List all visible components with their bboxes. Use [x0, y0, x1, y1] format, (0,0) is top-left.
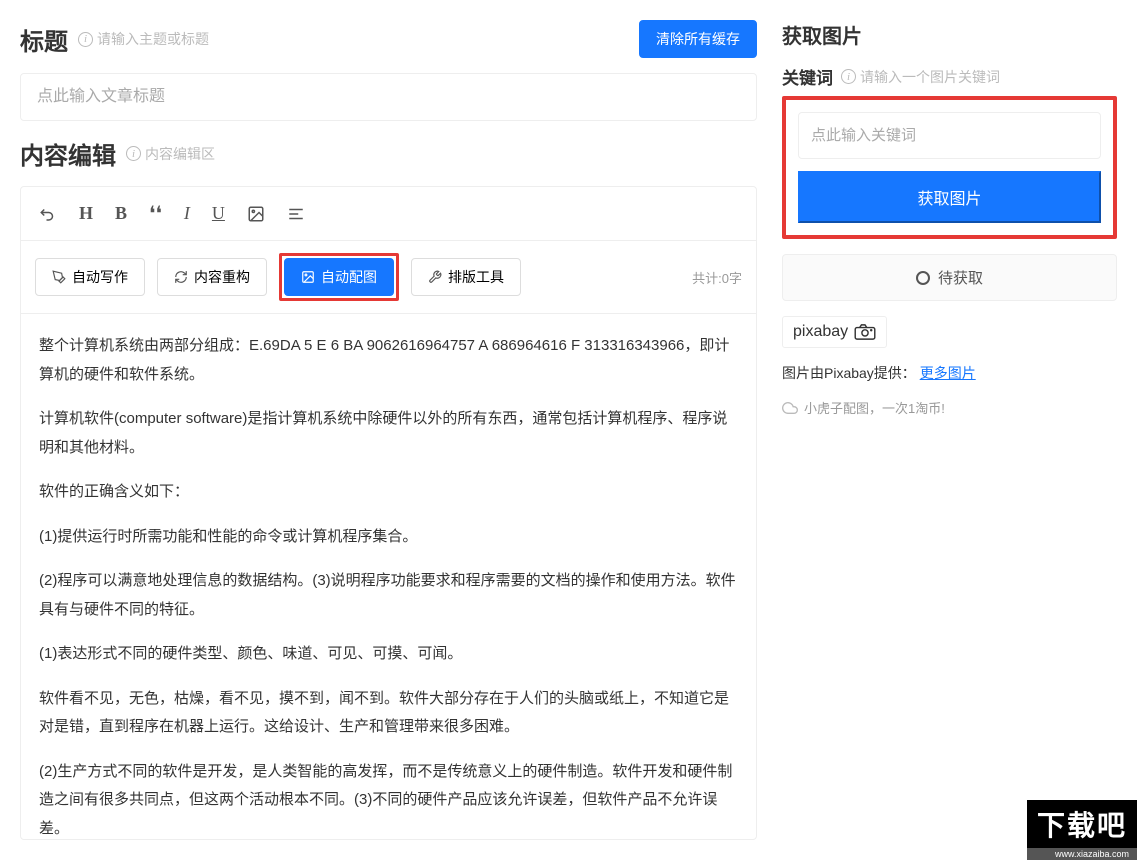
auto-write-label: 自动写作	[72, 267, 128, 287]
content-rebuild-button[interactable]: 内容重构	[157, 258, 267, 296]
auto-image-label: 自动配图	[321, 267, 377, 287]
heading-icon[interactable]: H	[79, 203, 93, 224]
content-paragraph: (2)程序可以满意地处理信息的数据结构。(3)说明程序功能要求和程序需要的文档的…	[39, 567, 738, 624]
editor-box: H B ❛❛ I U 自动写作 内容重构	[20, 186, 757, 840]
word-count: 共计:0字	[692, 268, 742, 287]
title-hint-text: 请输入主题或标题	[97, 29, 209, 49]
fetch-image-button[interactable]: 获取图片	[798, 171, 1101, 223]
more-images-link[interactable]: 更多图片	[920, 365, 976, 381]
content-paragraph: 软件看不见，无色，枯燥，看不见，摸不到，闻不到。软件大部分存在于人们的头脑或纸上…	[39, 685, 738, 742]
watermark-main: 下载吧	[1027, 800, 1137, 848]
content-paragraph: 软件的正确含义如下：	[39, 478, 738, 507]
fetch-image-title: 获取图片	[782, 20, 1117, 49]
content-paragraph: 计算机软件(computer software)是指计算机系统中除硬件以外的所有…	[39, 405, 738, 462]
cloud-icon	[782, 400, 798, 416]
circle-icon	[916, 271, 930, 285]
layout-tool-label: 排版工具	[448, 267, 504, 287]
pixabay-text: pixabay	[793, 323, 848, 341]
content-rebuild-label: 内容重构	[194, 267, 250, 287]
keyword-hint: i 请输入一个图片关键词	[841, 67, 1000, 87]
italic-icon[interactable]: I	[184, 203, 190, 224]
watermark-sub: www.xiazaiba.com	[1027, 848, 1137, 860]
content-section-label: 内容编辑	[20, 136, 116, 171]
image-icon[interactable]	[247, 205, 265, 223]
pixabay-logo: pixabay	[782, 316, 887, 348]
keyword-highlight-block: 获取图片	[782, 96, 1117, 239]
keyword-input[interactable]	[798, 112, 1101, 159]
pending-button[interactable]: 待获取	[782, 254, 1117, 301]
info-icon: i	[126, 146, 141, 161]
bold-icon[interactable]: B	[115, 203, 127, 224]
content-paragraph: (1)提供运行时所需功能和性能的命令或计算机程序集合。	[39, 523, 738, 552]
editor-toolbar-actions: 自动写作 内容重构 自动配图 排版工具 共计:0字	[21, 241, 756, 314]
auto-image-highlight: 自动配图	[279, 253, 399, 301]
info-icon: i	[78, 32, 93, 47]
pending-label: 待获取	[938, 267, 983, 288]
content-hint: i 内容编辑区	[126, 144, 215, 164]
content-hint-text: 内容编辑区	[145, 144, 215, 164]
footer-note-text: 小虎子配图，一次1淘币!	[804, 398, 945, 417]
auto-write-button[interactable]: 自动写作	[35, 258, 145, 296]
content-paragraph: (2)生产方式不同的软件是开发，是人类智能的高发挥，而不是传统意义上的硬件制造。…	[39, 758, 738, 840]
provider-text: 图片由Pixabay提供：	[782, 365, 916, 381]
title-section-label: 标题	[20, 22, 68, 57]
editor-content[interactable]: 整个计算机系统由两部分组成：E.69DA 5 E 6 BA 9062616964…	[21, 314, 756, 839]
footer-note: 小虎子配图，一次1淘币!	[782, 398, 1117, 417]
quote-icon[interactable]: ❛❛	[149, 201, 162, 226]
align-icon[interactable]	[287, 205, 305, 223]
watermark: 下载吧 www.xiazaiba.com	[1027, 800, 1137, 860]
clear-cache-button[interactable]: 清除所有缓存	[639, 20, 757, 58]
title-hint: i 请输入主题或标题	[78, 29, 209, 49]
undo-icon[interactable]	[39, 205, 57, 223]
keyword-label: 关键词	[782, 64, 833, 89]
content-paragraph: (1)表达形式不同的硬件类型、颜色、味道、可见、可摸、可闻。	[39, 640, 738, 669]
keyword-hint-text: 请输入一个图片关键词	[860, 67, 1000, 87]
info-icon: i	[841, 69, 856, 84]
auto-image-button[interactable]: 自动配图	[284, 258, 394, 296]
provider-line: 图片由Pixabay提供： 更多图片	[782, 363, 1117, 383]
layout-tool-button[interactable]: 排版工具	[411, 258, 521, 296]
article-title-input[interactable]	[20, 73, 757, 121]
editor-toolbar-formatting: H B ❛❛ I U	[21, 187, 756, 241]
content-paragraph: 整个计算机系统由两部分组成：E.69DA 5 E 6 BA 9062616964…	[39, 332, 738, 389]
underline-icon[interactable]: U	[212, 203, 225, 224]
